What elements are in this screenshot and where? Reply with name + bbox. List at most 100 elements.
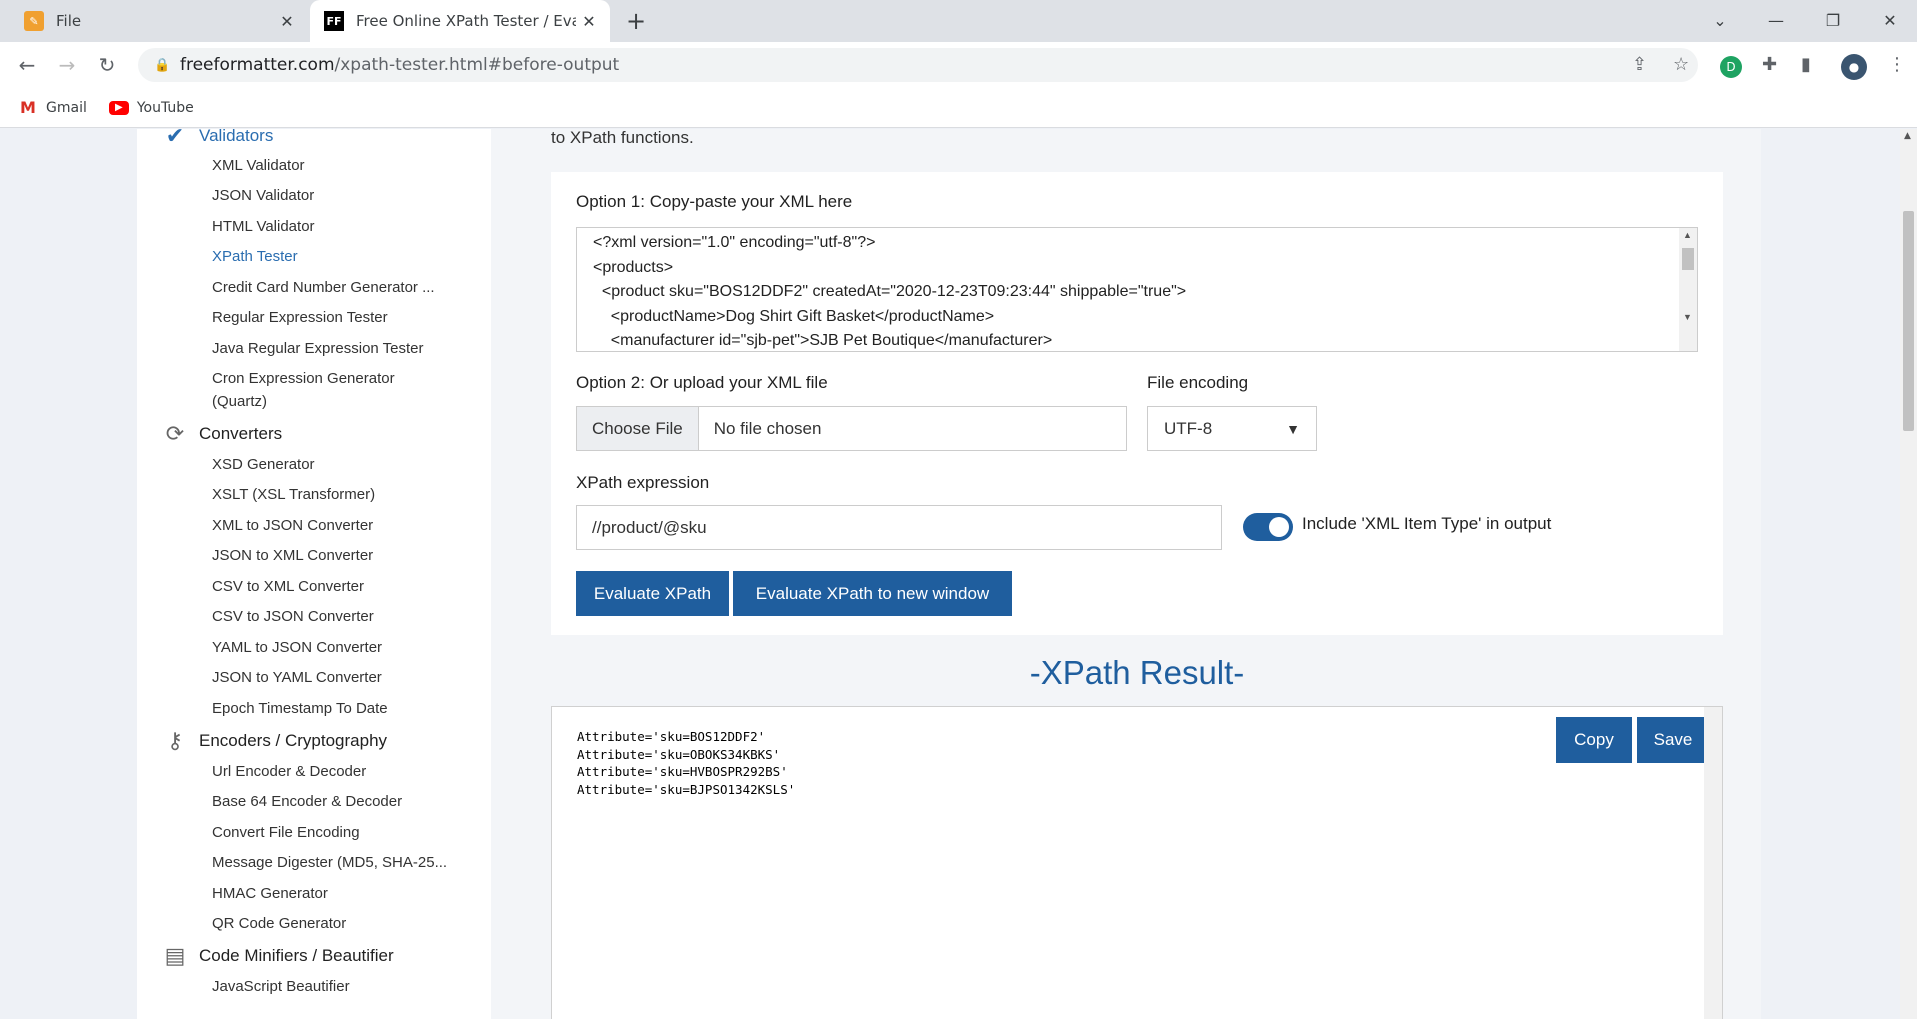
- sidebar-item-json-validator[interactable]: JSON Validator: [212, 187, 314, 204]
- option1-label: Option 1: Copy-paste your XML here: [576, 192, 853, 211]
- sidebar-item-json-to-xml[interactable]: JSON to XML Converter: [212, 547, 373, 564]
- sidebar-item-base64[interactable]: Base 64 Encoder & Decoder: [212, 793, 402, 810]
- sidebar-item-xpath-tester[interactable]: XPath Tester: [212, 248, 298, 265]
- save-button[interactable]: Save: [1637, 717, 1709, 763]
- close-icon[interactable]: ✕: [274, 12, 300, 31]
- back-button[interactable]: ←: [12, 50, 42, 80]
- key-icon: ⚷: [166, 728, 184, 753]
- encoding-value: UTF-8: [1164, 418, 1213, 438]
- option2-label: Option 2: Or upload your XML file: [576, 373, 828, 392]
- result-output[interactable]: Attribute='sku=BOS12DDF2' Attribute='sku…: [577, 729, 795, 799]
- category-validators[interactable]: ✔ Validators: [161, 129, 274, 149]
- forward-button[interactable]: →: [52, 50, 82, 80]
- sidebar-item-yaml-to-json[interactable]: YAML to JSON Converter: [212, 639, 382, 656]
- result-line: Attribute='sku=OBOKS34KBKS': [577, 746, 781, 762]
- scroll-thumb[interactable]: [1903, 211, 1914, 431]
- sidebar-item-html-validator[interactable]: HTML Validator: [212, 218, 315, 235]
- scroll-up-icon[interactable]: ▲: [1683, 230, 1692, 240]
- sidebar-item-java-regex-tester[interactable]: Java Regular Expression Tester: [212, 340, 424, 357]
- result-scrollbar[interactable]: [1704, 707, 1722, 1019]
- result-line: Attribute='sku=BOS12DDF2': [577, 729, 766, 744]
- browser-toolbar: ← → ↻ 🔒 freeformatter.com/xpath-tester.h…: [0, 42, 1917, 88]
- menu-kebab-icon[interactable]: ⋮: [1888, 54, 1906, 75]
- sidebar-item-file-encoding[interactable]: Convert File Encoding: [212, 824, 360, 841]
- close-icon[interactable]: ✕: [576, 12, 602, 31]
- xml-input-textarea[interactable]: <?xml version="1.0" encoding="utf-8"?> <…: [576, 227, 1698, 352]
- ff-logo-icon: FF: [324, 11, 344, 31]
- youtube-icon: ▶: [108, 100, 129, 115]
- sidebar-item-hmac[interactable]: HMAC Generator: [212, 885, 328, 902]
- result-title: -XPath Result-: [1029, 654, 1245, 691]
- encoding-select[interactable]: UTF-8 ▼: [1147, 406, 1317, 451]
- category-minifiers[interactable]: ▤ Code Minifiers / Beautifier: [161, 943, 394, 969]
- sidebar-item-cron-generator[interactable]: Cron Expression Generator: [212, 370, 395, 387]
- side-panel-icon[interactable]: ▮: [1801, 54, 1811, 75]
- copy-button[interactable]: Copy: [1556, 717, 1632, 763]
- xml-line: <?xml version="1.0" encoding="utf-8"?>: [593, 234, 876, 251]
- sidebar-item-xml-validator[interactable]: XML Validator: [212, 157, 305, 174]
- include-type-toggle[interactable]: [1243, 513, 1293, 541]
- scroll-thumb[interactable]: [1682, 248, 1694, 270]
- extension-icon[interactable]: D: [1720, 56, 1742, 78]
- scroll-up-icon[interactable]: ▲: [1904, 131, 1911, 141]
- sidebar-item-message-digester[interactable]: Message Digester (MD5, SHA-25...: [212, 854, 447, 871]
- scroll-down-icon[interactable]: ▼: [1683, 312, 1692, 322]
- tab-xpath-tester[interactable]: FF Free Online XPath Tester / Evalua ✕: [310, 0, 610, 42]
- sidebar-item-cron-generator-sub[interactable]: (Quartz): [212, 393, 267, 410]
- sidebar-item-credit-card-generator[interactable]: Credit Card Number Generator ...: [212, 279, 435, 296]
- category-encoders[interactable]: ⚷ Encoders / Cryptography: [161, 728, 387, 754]
- new-tab-button[interactable]: +: [622, 8, 650, 36]
- sidebar-item-url-encoder[interactable]: Url Encoder & Decoder: [212, 763, 366, 780]
- sidebar-item-js-beautifier[interactable]: JavaScript Beautifier: [212, 978, 350, 995]
- sidebar-item-csv-to-json[interactable]: CSV to JSON Converter: [212, 608, 374, 625]
- intro-text: to XPath functions.: [551, 129, 694, 147]
- xml-line: <product sku="BOS12DDF2" createdAt="2020…: [593, 283, 1187, 300]
- sidebar-item-regex-tester[interactable]: Regular Expression Tester: [212, 309, 388, 326]
- sidebar-item-epoch-timestamp[interactable]: Epoch Timestamp To Date: [212, 700, 388, 717]
- extensions-puzzle-icon[interactable]: ✚: [1762, 54, 1777, 75]
- sidebar-item-qr-code[interactable]: QR Code Generator: [212, 915, 346, 932]
- result-line: Attribute='sku=BJPSO1342KSLS': [577, 781, 796, 797]
- profile-avatar[interactable]: ●: [1841, 54, 1867, 80]
- bookmark-youtube[interactable]: ▶ YouTube: [108, 100, 194, 116]
- category-label: Code Minifiers / Beautifier: [199, 946, 394, 965]
- choose-file-button[interactable]: Choose File: [577, 407, 699, 450]
- xpath-label: XPath expression: [576, 473, 710, 492]
- sidebar-item-xml-to-json[interactable]: XML to JSON Converter: [212, 517, 373, 534]
- share-icon[interactable]: ⇪: [1632, 54, 1647, 75]
- category-converters[interactable]: ⟳ Converters: [161, 421, 282, 447]
- no-file-text: No file chosen: [713, 418, 822, 438]
- chevron-down-icon: ▼: [1286, 420, 1300, 437]
- address-bar[interactable]: 🔒 freeformatter.com/xpath-tester.html#be…: [138, 48, 1698, 82]
- tab-title: Free Online XPath Tester / Evalua: [356, 12, 576, 30]
- bookmarks-bar: M Gmail ▶ YouTube: [0, 88, 1917, 128]
- restore-button[interactable]: ❐: [1813, 6, 1853, 36]
- evaluate-xpath-button[interactable]: Evaluate XPath: [576, 571, 729, 616]
- xml-line: <manufacturer id="sjb-pet">SJB Pet Bouti…: [593, 332, 1053, 349]
- sidebar-item-xslt[interactable]: XSLT (XSL Transformer): [212, 486, 375, 503]
- bookmark-gmail[interactable]: M Gmail: [18, 98, 87, 117]
- page-viewport: ✔ Validators XML Validator JSON Validato…: [0, 129, 1917, 1019]
- url-host: freeformatter.com: [180, 55, 335, 75]
- sidebar-item-xsd-generator[interactable]: XSD Generator: [212, 456, 315, 473]
- minimize-button[interactable]: —: [1756, 6, 1796, 36]
- window-close-button[interactable]: ✕: [1870, 6, 1910, 36]
- textarea-scrollbar[interactable]: ▲ ▼: [1679, 228, 1697, 351]
- category-label: Encoders / Cryptography: [199, 731, 388, 750]
- bookmark-star-icon[interactable]: ☆: [1673, 54, 1689, 75]
- sidebar-item-csv-to-xml[interactable]: CSV to XML Converter: [212, 578, 364, 595]
- sidebar-nav: ✔ Validators XML Validator JSON Validato…: [137, 129, 491, 1019]
- tab-strip: ✎ File ✕ FF Free Online XPath Tester / E…: [0, 0, 1917, 42]
- tab-file[interactable]: ✎ File ✕: [8, 0, 308, 42]
- category-label: Converters: [199, 424, 283, 443]
- sidebar-item-json-to-yaml[interactable]: JSON to YAML Converter: [212, 669, 382, 686]
- tab-search-icon[interactable]: ⌄: [1700, 6, 1740, 36]
- gmail-icon: M: [20, 98, 36, 117]
- page-scrollbar[interactable]: ▲: [1900, 129, 1917, 1019]
- evaluate-new-window-button[interactable]: Evaluate XPath to new window: [733, 571, 1012, 616]
- xpath-value: //product/@sku: [592, 517, 707, 537]
- xpath-expression-input[interactable]: //product/@sku: [576, 505, 1222, 550]
- file-upload-field[interactable]: Choose File No file chosen: [576, 406, 1127, 451]
- encoding-label: File encoding: [1147, 373, 1249, 392]
- reload-button[interactable]: ↻: [92, 50, 122, 80]
